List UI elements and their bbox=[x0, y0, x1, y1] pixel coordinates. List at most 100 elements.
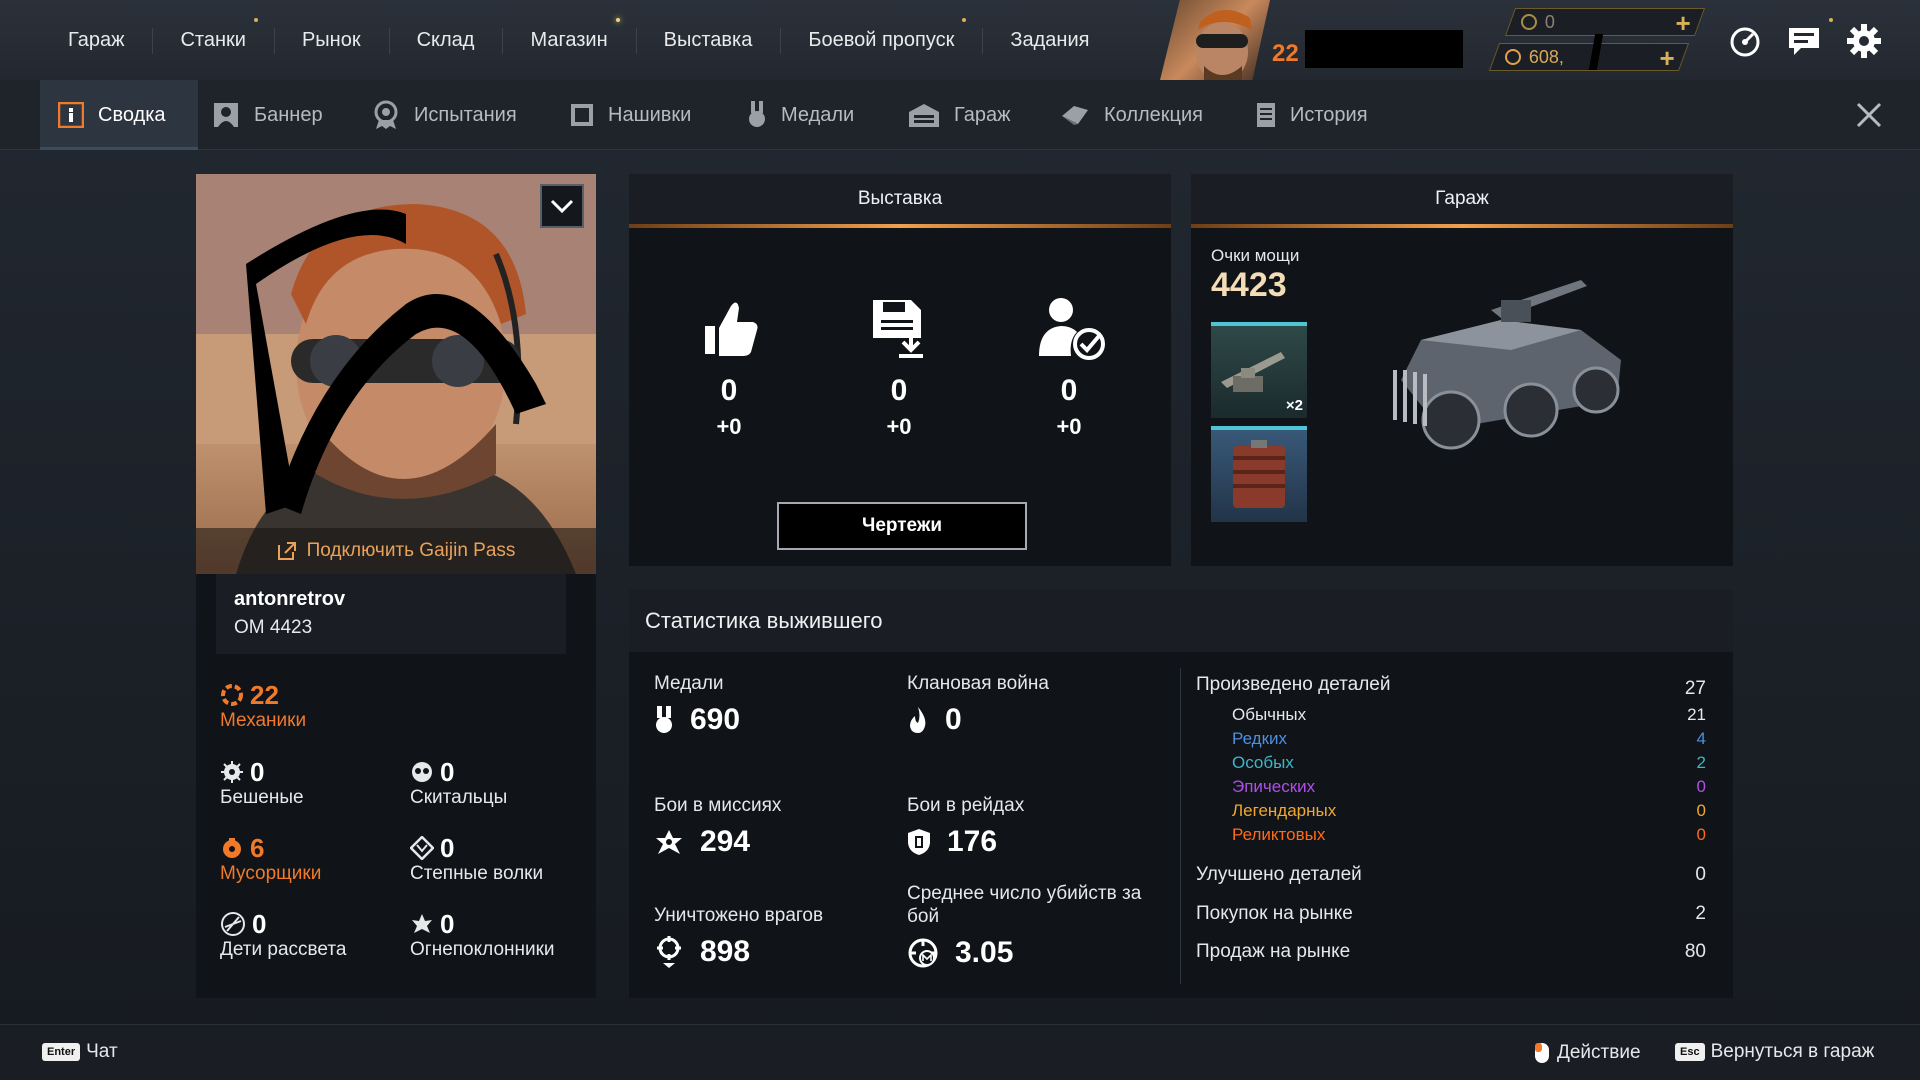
nav-market[interactable]: Рынок bbox=[273, 0, 389, 80]
portrait-dropdown-button[interactable] bbox=[540, 184, 584, 228]
chevron-down-icon bbox=[550, 199, 574, 214]
nav-garage[interactable]: Гараж bbox=[40, 0, 152, 80]
produced-parts-row: Произведено деталей 27 bbox=[1196, 674, 1706, 700]
upgraded-parts-row: Улучшено деталей 0 bbox=[1196, 864, 1706, 886]
garage-item-cannon[interactable]: ×2 bbox=[1211, 322, 1307, 418]
dawns-children-value: 0 bbox=[252, 908, 267, 939]
tab-medals[interactable]: Медали bbox=[747, 80, 854, 150]
history-document-icon bbox=[1257, 103, 1275, 127]
gear-icon bbox=[1847, 24, 1881, 58]
approvals-value: 0 bbox=[1060, 374, 1078, 407]
profile-portrait bbox=[196, 174, 596, 574]
action-shortcut[interactable]: Действие bbox=[1533, 1041, 1641, 1065]
nav-battle-pass-label: Боевой пропуск bbox=[808, 28, 955, 51]
collection-icon bbox=[1062, 106, 1088, 125]
dawns-children-faction-icon bbox=[221, 912, 245, 936]
exhibition-panel: Выставка 0 +0 0 +0 0 +0 Чертежи bbox=[629, 174, 1171, 566]
clan-war-label: Клановая война bbox=[907, 673, 1049, 694]
nomads-label: Скитальцы bbox=[410, 787, 508, 808]
firestarters-label: Огнепоклонники bbox=[410, 939, 555, 960]
nav-shop[interactable]: Магазин bbox=[502, 0, 635, 80]
rarity-value: 21 bbox=[1687, 705, 1706, 724]
market-sales-label: Продаж на рынке bbox=[1196, 941, 1351, 962]
blueprints-button[interactable]: Чертежи bbox=[777, 502, 1027, 550]
banner-icon bbox=[214, 103, 238, 127]
avg-kills-label: Среднее число убийств за бой bbox=[907, 883, 1142, 927]
lunatics-value: 0 bbox=[250, 756, 265, 787]
gaijin-link-label: Подключить Gaijin Pass bbox=[306, 540, 516, 561]
chat-list-icon bbox=[1789, 28, 1819, 55]
back-to-garage-shortcut[interactable]: Esc Вернуться в гараж bbox=[1675, 1041, 1874, 1063]
silver-value: 608, bbox=[1528, 47, 1564, 67]
notification-dot bbox=[962, 18, 967, 22]
nav-market-label: Рынок bbox=[301, 28, 361, 51]
vehicle-model-image bbox=[1393, 280, 1621, 450]
close-icon bbox=[1856, 102, 1882, 128]
steppenwolfs-value: 0 bbox=[440, 832, 455, 863]
save-download-icon bbox=[873, 300, 923, 358]
close-button[interactable] bbox=[1854, 100, 1884, 130]
profile-card: Подключить Gaijin Pass antonretrov ОМ 44… bbox=[196, 174, 596, 998]
market-buys-value: 2 bbox=[1695, 903, 1706, 924]
nav-exhibition-label: Выставка bbox=[663, 28, 753, 51]
power-score: ОМ 4423 bbox=[234, 617, 313, 638]
tab-medals-label: Медали bbox=[781, 103, 855, 126]
tab-stickers-label: Нашивки bbox=[608, 103, 692, 126]
messages-button[interactable] bbox=[1785, 18, 1833, 60]
garage-item-ammo-pack[interactable] bbox=[1211, 426, 1307, 522]
stat-raid-battles: Бои в рейдах 176 bbox=[907, 794, 1024, 859]
tab-banner-label: Баннер bbox=[254, 103, 323, 126]
stat-medals: Медали 690 bbox=[654, 672, 740, 737]
connect-gaijin-pass-link[interactable]: Подключить Gaijin Pass bbox=[196, 528, 596, 574]
tab-history[interactable]: История bbox=[1256, 80, 1368, 150]
firestarters-faction-icon bbox=[412, 914, 432, 933]
enemies-destroyed-value: 898 bbox=[700, 935, 751, 968]
speedometer-button[interactable] bbox=[1726, 22, 1764, 60]
settings-button[interactable] bbox=[1845, 22, 1883, 60]
rarity-label: Легендарных bbox=[1232, 801, 1337, 820]
downloads-delta: +0 bbox=[886, 414, 912, 439]
tab-summary-label: Сводка bbox=[98, 103, 166, 126]
rarity-row-common: Обычных 21 bbox=[1232, 705, 1706, 725]
power-points-value: 4423 bbox=[1211, 266, 1287, 304]
stat-clan-war: Клановая война 0 bbox=[907, 672, 1049, 737]
lunatics-label: Бешеные bbox=[220, 787, 304, 808]
nav-workbenches-label: Станки bbox=[180, 28, 246, 51]
add-silver-button[interactable]: + bbox=[1659, 43, 1674, 74]
nav-storage[interactable]: Склад bbox=[388, 0, 503, 80]
tab-garage[interactable]: Гараж bbox=[908, 80, 1010, 150]
lunatics-faction-icon bbox=[221, 761, 243, 783]
thumbs-up-icon bbox=[705, 302, 758, 356]
tab-summary[interactable]: Сводка bbox=[40, 80, 198, 150]
steppenwolfs-faction-icon bbox=[410, 836, 434, 860]
nav-shop-label: Магазин bbox=[530, 28, 608, 51]
likes-delta: +0 bbox=[716, 414, 742, 439]
tab-collection[interactable]: Коллекция bbox=[1060, 80, 1203, 150]
user-info: antonretrov ОМ 4423 bbox=[216, 574, 566, 654]
add-coins-button[interactable]: + bbox=[1675, 8, 1690, 39]
faction-steppenwolfs: 0 Степные волки bbox=[410, 833, 543, 885]
power-points-label: Очки мощи bbox=[1211, 246, 1300, 265]
nav-workbenches[interactable]: Станки bbox=[152, 0, 273, 80]
produced-label: Произведено деталей bbox=[1196, 674, 1391, 695]
portrait-illustration bbox=[196, 174, 596, 574]
scavengers-label: Мусорщики bbox=[220, 863, 322, 884]
nav-quests[interactable]: Задания bbox=[982, 0, 1117, 80]
scavengers-faction-icon bbox=[223, 838, 241, 858]
nav-battle-pass[interactable]: Боевой пропуск bbox=[780, 0, 982, 80]
garage-header: Гараж bbox=[1191, 174, 1733, 228]
tab-challenges[interactable]: Испытания bbox=[372, 80, 517, 150]
raid-battles-label: Бои в рейдах bbox=[907, 795, 1025, 816]
rarity-label: Особых bbox=[1232, 753, 1294, 772]
chat-shortcut[interactable]: Enter Чат bbox=[42, 1041, 118, 1063]
challenge-medal-icon bbox=[374, 100, 398, 129]
stat-mission-battles: Бои в миссиях 294 bbox=[654, 794, 781, 859]
tab-collection-label: Коллекция bbox=[1104, 103, 1204, 126]
tab-stickers[interactable]: Нашивки bbox=[570, 80, 691, 150]
tab-banner[interactable]: Баннер bbox=[212, 80, 323, 150]
item-count-badge: ×2 bbox=[1285, 397, 1303, 414]
dawns-children-label: Дети рассвета bbox=[220, 939, 347, 960]
nav-exhibition[interactable]: Выставка bbox=[635, 0, 781, 80]
notification-dot bbox=[253, 18, 258, 22]
exhibition-header: Выставка bbox=[629, 174, 1171, 228]
